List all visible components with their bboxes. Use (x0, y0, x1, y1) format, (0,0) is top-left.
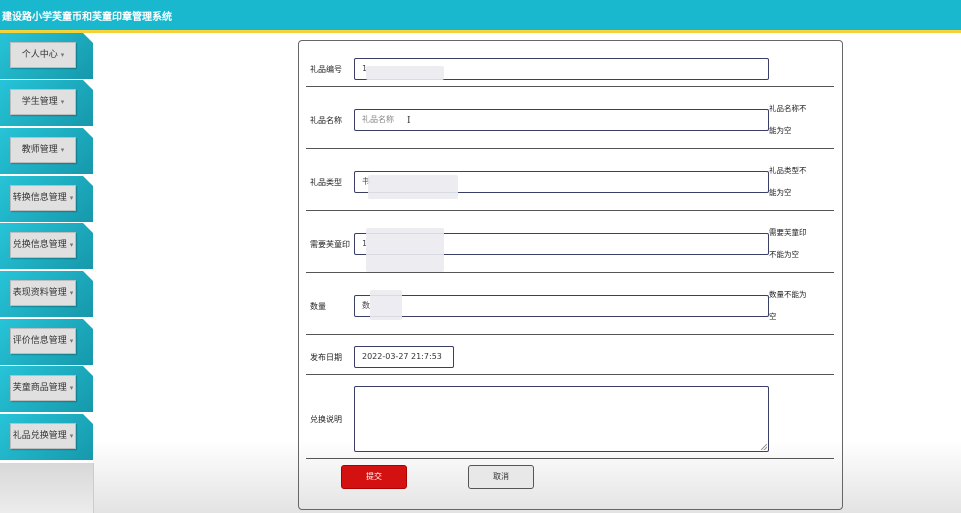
sidebar-item-teachers[interactable]: 教师管理 ▾ (0, 128, 93, 174)
sidebar-item-label: 转换信息管理 (12, 193, 67, 203)
redaction-blur (366, 228, 444, 272)
chevron-down-icon: ▾ (60, 98, 65, 106)
quantity-error: 数量不能为空 (769, 290, 807, 321)
divider (306, 210, 834, 211)
sidebar-item-label: 芙童商品管理 (12, 383, 67, 393)
sidebar-item-label: 兑换信息管理 (12, 240, 67, 250)
gift-type-label: 礼品类型 (310, 178, 342, 187)
sidebar-button[interactable]: 教师管理 ▾ (10, 137, 76, 163)
publish-date-label: 发布日期 (310, 353, 342, 362)
cancel-button[interactable]: 取消 (468, 465, 534, 489)
description-label: 兑换说明 (310, 415, 342, 424)
sidebar-button[interactable]: 芙童商品管理 ▾ (10, 375, 76, 401)
gift-id-label: 礼品编号 (310, 65, 342, 74)
redaction-blur (370, 290, 402, 320)
sidebar-button[interactable]: 转换信息管理 ▾ (10, 185, 76, 211)
sidebar-item-conversion-info[interactable]: 转换信息管理 ▾ (0, 176, 93, 222)
quantity-label: 数量 (310, 302, 326, 311)
text-cursor-icon: I (407, 116, 411, 126)
chevron-down-icon: ▾ (69, 289, 74, 297)
chevron-down-icon: ▾ (69, 241, 74, 249)
chevron-down-icon: ▾ (69, 384, 74, 392)
redaction-blur (368, 175, 458, 199)
sidebar-item-label: 表现资料管理 (12, 288, 67, 298)
gift-name-input[interactable]: 礼品名称 (354, 109, 769, 131)
divider (306, 148, 834, 149)
app-title: 建设路小学芙童币和芙童印章管理系统 (2, 12, 172, 23)
sidebar-item-label: 学生管理 (21, 97, 58, 107)
description-textarea[interactable] (354, 386, 769, 452)
sidebar-item-label: 教师管理 (21, 145, 58, 155)
chevron-down-icon: ▾ (69, 194, 74, 202)
gift-name-label: 礼品名称 (310, 116, 342, 125)
stamps-needed-label: 需要芙童印 (310, 240, 350, 249)
sidebar-button[interactable]: 个人中心 ▾ (10, 42, 76, 68)
publish-date-input[interactable]: 2022-03-27 21:7:53 (354, 346, 454, 368)
sidebar-footer (0, 463, 94, 513)
redaction-blur (366, 66, 444, 80)
sidebar-button[interactable]: 兑换信息管理 ▾ (10, 232, 76, 258)
submit-button[interactable]: 提交 (341, 465, 407, 489)
sidebar-item-evaluation-info[interactable]: 评价信息管理 ▾ (0, 319, 93, 365)
sidebar-item-products[interactable]: 芙童商品管理 ▾ (0, 366, 93, 412)
resize-handle-icon[interactable] (761, 444, 767, 450)
chevron-down-icon: ▾ (69, 432, 74, 440)
divider (306, 86, 834, 87)
chevron-down-icon: ▾ (60, 146, 65, 154)
gift-name-placeholder: 礼品名称 (362, 115, 394, 124)
divider (306, 458, 834, 459)
sidebar-button[interactable]: 评价信息管理 ▾ (10, 328, 76, 354)
gift-type-error: 礼品类型不能为空 (769, 166, 807, 197)
sidebar: 个人中心 ▾ 学生管理 ▾ 教师管理 ▾ 转换信息管理 ▾ 兑换信息管理 ▾ 表现资料管理… (0, 33, 93, 463)
divider (306, 374, 834, 375)
sidebar-item-label: 评价信息管理 (12, 336, 67, 346)
sidebar-button[interactable]: 礼品兑换管理 ▾ (10, 423, 76, 449)
gift-name-error: 礼品名称不能为空 (769, 104, 807, 135)
sidebar-item-performance-data[interactable]: 表现资料管理 ▾ (0, 271, 93, 317)
divider (306, 272, 834, 273)
chevron-down-icon: ▾ (69, 337, 74, 345)
sidebar-item-label: 个人中心 (21, 50, 58, 60)
top-bar: 建设路小学芙童币和芙童印章管理系统 (0, 0, 961, 33)
sidebar-button[interactable]: 学生管理 ▾ (10, 89, 76, 115)
sidebar-item-label: 礼品兑换管理 (12, 431, 67, 441)
sidebar-item-students[interactable]: 学生管理 ▾ (0, 80, 93, 126)
sidebar-item-gift-exchange[interactable]: 礼品兑换管理 ▾ (0, 414, 93, 460)
quantity-input[interactable]: 数 (354, 295, 769, 317)
stamps-needed-error: 需要芙童印不能为空 (769, 228, 807, 259)
sidebar-button[interactable]: 表现资料管理 ▾ (10, 280, 76, 306)
sidebar-item-exchange-info[interactable]: 兑换信息管理 ▾ (0, 223, 93, 269)
divider (306, 334, 834, 335)
sidebar-item-personal-center[interactable]: 个人中心 ▾ (0, 33, 93, 79)
quantity-value: 数 (362, 301, 370, 310)
chevron-down-icon: ▾ (60, 51, 65, 59)
